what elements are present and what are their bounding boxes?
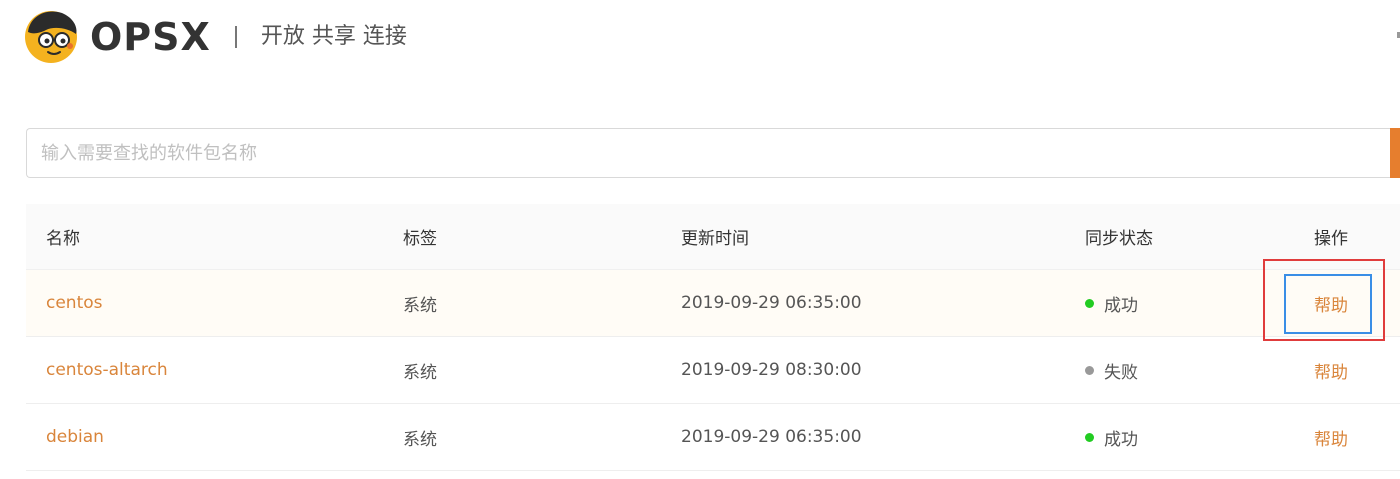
column-header-tag: 标签: [403, 229, 437, 249]
table-row: centos-altarch 系统 2019-09-29 08:30:00 失败…: [26, 337, 1400, 404]
status-success-dot-icon: [1085, 298, 1094, 308]
table-row: debian 系统 2019-09-29 06:35:00 成功 帮助: [26, 404, 1400, 471]
mirror-update-time: 2019-09-29 08:30:00: [681, 360, 862, 380]
sync-status-label: 成功: [1104, 429, 1138, 450]
column-header-name: 名称: [46, 229, 80, 249]
column-header-operation: 操作: [1314, 229, 1348, 249]
mirror-name-link[interactable]: centos-altarch: [46, 360, 168, 380]
sync-status: 成功: [1085, 270, 1138, 336]
table-header: 名称 标签 更新时间 同步状态 操作: [26, 204, 1400, 270]
help-link[interactable]: 帮助: [1314, 358, 1348, 383]
mirror-name-link[interactable]: centos: [46, 293, 103, 313]
header-divider: [234, 26, 237, 48]
sync-status: 成功: [1085, 404, 1138, 470]
mirror-update-time: 2019-09-29 06:35:00: [681, 427, 862, 447]
mascot-logo-icon[interactable]: [24, 10, 78, 64]
sync-status-label: 失败: [1104, 362, 1138, 383]
help-link[interactable]: 帮助: [1314, 425, 1348, 450]
status-failed-dot-icon: [1085, 365, 1094, 375]
sync-status: 失败: [1085, 337, 1138, 403]
table-row: centos 系统 2019-09-29 06:35:00 成功 帮助: [26, 270, 1400, 337]
column-header-sync-status: 同步状态: [1085, 229, 1153, 249]
mirror-update-time: 2019-09-29 06:35:00: [681, 293, 862, 313]
mirror-table: 名称 标签 更新时间 同步状态 操作 centos 系统 2019-09-29 …: [26, 204, 1400, 471]
search-button[interactable]: [1390, 128, 1400, 178]
mirror-tag: 系统: [403, 295, 437, 316]
page: OPSX 开放 共享 连接 名称 标签 更新时间 同步状态 操作 centos …: [0, 0, 1400, 479]
logo-text[interactable]: OPSX: [90, 8, 211, 66]
mirror-name-link[interactable]: debian: [46, 427, 104, 447]
site-slogan: 开放 共享 连接: [260, 24, 407, 49]
site-header: OPSX 开放 共享 连接: [24, 8, 407, 66]
column-header-update-time: 更新时间: [681, 229, 749, 249]
sync-status-label: 成功: [1104, 295, 1138, 316]
mirror-tag: 系统: [403, 362, 437, 383]
status-success-dot-icon: [1085, 432, 1094, 442]
mirror-tag: 系统: [403, 429, 437, 450]
search-input[interactable]: [27, 129, 1389, 177]
help-link[interactable]: 帮助: [1314, 291, 1348, 316]
package-search: [26, 128, 1400, 178]
